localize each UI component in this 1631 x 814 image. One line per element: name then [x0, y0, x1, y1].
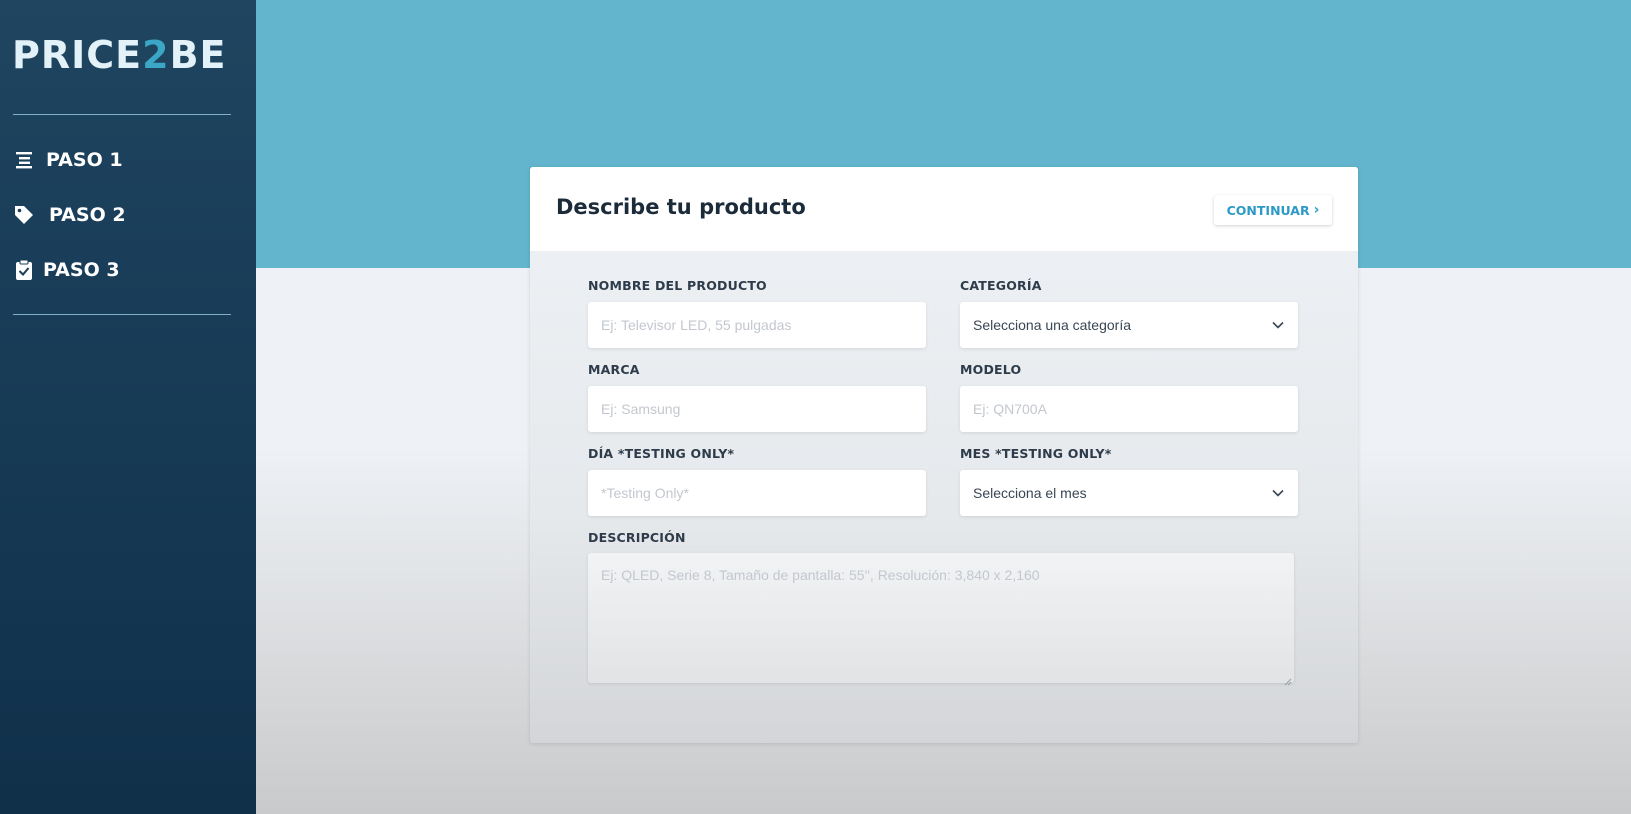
sidebar-item-label: PASO 3 [43, 259, 120, 281]
product-form-card: Describe tu producto CONTINUAR › NOMBRE … [530, 167, 1358, 743]
product-name-placeholder: Ej: Televisor LED, 55 pulgadas [601, 317, 792, 333]
chevron-right-icon: › [1313, 202, 1320, 218]
product-name-label: NOMBRE DEL PRODUCTO [588, 278, 767, 293]
chevron-down-icon [1271, 486, 1285, 500]
model-placeholder: Ej: QN700A [973, 401, 1047, 417]
day-input[interactable]: *Testing Only* [588, 470, 926, 516]
card-header: Describe tu producto CONTINUAR › [530, 167, 1358, 251]
sidebar-item-label: PASO 2 [49, 204, 126, 226]
list-icon [12, 148, 36, 172]
continue-button[interactable]: CONTINUAR › [1214, 195, 1332, 225]
day-placeholder: *Testing Only* [601, 485, 689, 501]
main-content: Describe tu producto CONTINUAR › NOMBRE … [256, 0, 1631, 814]
sidebar-item-paso-2[interactable]: PASO 2 [12, 203, 126, 227]
logo[interactable]: PRICE2BE [12, 30, 232, 80]
day-label: DÍA *TESTING ONLY* [588, 446, 735, 461]
resize-handle-icon[interactable] [1284, 673, 1292, 686]
sidebar-item-label: PASO 1 [46, 149, 123, 171]
description-placeholder: Ej: QLED, Serie 8, Tamaño de pantalla: 5… [601, 567, 1040, 583]
sidebar: PRICE2BE PASO 1 PASO 2 PASO 3 [0, 0, 256, 814]
continue-label: CONTINUAR [1226, 202, 1310, 218]
category-value: Selecciona una categoría [973, 317, 1131, 333]
product-name-input[interactable]: Ej: Televisor LED, 55 pulgadas [588, 302, 926, 348]
tag-icon [12, 203, 36, 227]
category-select[interactable]: Selecciona una categoría [960, 302, 1298, 348]
brand-input[interactable]: Ej: Samsung [588, 386, 926, 432]
month-value: Selecciona el mes [973, 485, 1087, 501]
model-input[interactable]: Ej: QN700A [960, 386, 1298, 432]
description-label: DESCRIPCIÓN [588, 530, 686, 545]
chevron-down-icon [1271, 318, 1285, 332]
sidebar-divider-top [13, 114, 231, 115]
month-label: MES *TESTING ONLY* [960, 446, 1112, 461]
sidebar-item-paso-1[interactable]: PASO 1 [12, 148, 123, 172]
category-label: CATEGORÍA [960, 278, 1042, 293]
sidebar-divider-bottom [13, 314, 231, 315]
description-textarea[interactable]: Ej: QLED, Serie 8, Tamaño de pantalla: 5… [588, 553, 1294, 686]
brand-label: MARCA [588, 362, 640, 377]
month-select[interactable]: Selecciona el mes [960, 470, 1298, 516]
brand-placeholder: Ej: Samsung [601, 401, 681, 417]
page-title: Describe tu producto [556, 195, 806, 219]
clipboard-check-icon [12, 258, 36, 282]
sidebar-item-paso-3[interactable]: PASO 3 [12, 258, 120, 282]
model-label: MODELO [960, 362, 1022, 377]
